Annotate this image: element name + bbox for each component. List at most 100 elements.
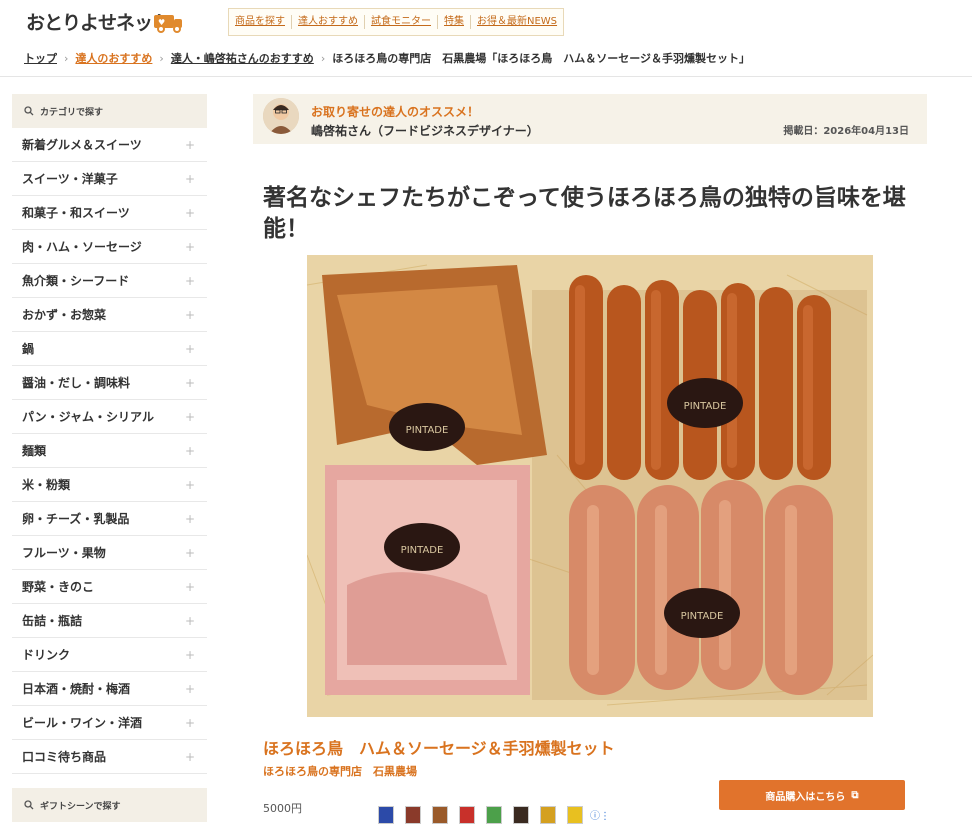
nav-search-products[interactable]: 商品を探す bbox=[229, 15, 292, 29]
breadcrumb-separator: › bbox=[320, 51, 326, 65]
sausage-pack-label: PINTADE bbox=[684, 401, 727, 412]
post-date: 掲載日：2026年04月13日 bbox=[783, 126, 909, 137]
plus-icon: + bbox=[184, 137, 195, 152]
breadcrumb-separator: › bbox=[64, 51, 69, 65]
category-search-label: カテゴリで探す bbox=[40, 107, 104, 118]
wing-pack-label: PINTADE bbox=[406, 425, 449, 436]
category-item[interactable]: 鍋 + bbox=[12, 332, 207, 366]
category-label: フルーツ・果物 bbox=[22, 546, 106, 560]
nav-tasting-monitor[interactable]: 試食モニター bbox=[365, 15, 438, 29]
category-item[interactable]: 新着グルメ＆スイーツ + bbox=[12, 128, 207, 162]
category-item[interactable]: 缶詰・瓶詰 + bbox=[12, 604, 207, 638]
nav-features[interactable]: 特集 bbox=[438, 15, 471, 29]
main-content: お取り寄せの達人のオススメ！ 嶋啓祐さん（フードビジネスデザイナー） 掲載日：2… bbox=[253, 94, 927, 824]
category-item[interactable]: おかず・お惣菜 + bbox=[12, 298, 207, 332]
category-label: 新着グルメ＆スイーツ bbox=[22, 138, 142, 152]
breadcrumb-expert-recommend[interactable]: 達人のおすすめ bbox=[75, 50, 152, 66]
category-label: パン・ジャム・シリアル bbox=[22, 410, 155, 424]
category-item[interactable]: 口コミ待ち商品 + bbox=[12, 740, 207, 774]
buy-button[interactable]: 商品購入はこちら ⧉ bbox=[719, 780, 905, 810]
plus-icon: + bbox=[184, 171, 195, 186]
info-icon[interactable]: ⓘ⋮ bbox=[590, 807, 610, 822]
category-label: おかず・お惣菜 bbox=[22, 308, 107, 322]
breadcrumb-current: ほろほろ鳥の専門店 石黒農場「ほろほろ鳥 ハム＆ソーセージ＆手羽燻製セット」 bbox=[332, 52, 750, 65]
plus-icon: + bbox=[184, 511, 195, 526]
plus-icon: + bbox=[184, 579, 195, 594]
shop-icon[interactable] bbox=[432, 806, 448, 824]
plus-icon: + bbox=[184, 205, 195, 220]
shop-icon[interactable] bbox=[540, 806, 556, 824]
category-item[interactable]: ビール・ワイン・洋酒 + bbox=[12, 706, 207, 740]
category-item[interactable]: パン・ジャム・シリアル + bbox=[12, 400, 207, 434]
sausage2-pack-label: PINTADE bbox=[681, 611, 724, 622]
expert-portrait-icon bbox=[263, 98, 299, 134]
expert-name[interactable]: 嶋啓祐さん（フードビジネスデザイナー） bbox=[311, 122, 539, 139]
avatar[interactable] bbox=[263, 98, 299, 134]
category-label: 肉・ハム・ソーセージ bbox=[22, 240, 142, 254]
category-label: 日本酒・焼酎・梅酒 bbox=[22, 682, 131, 696]
category-item[interactable]: 魚介類・シーフード + bbox=[12, 264, 207, 298]
category-item[interactable]: スイーツ・洋菓子 + bbox=[12, 162, 207, 196]
breadcrumb: トップ › 達人のおすすめ › 達人・嶋啓祐さんのおすすめ › ほろほろ鳥の専門… bbox=[24, 50, 750, 66]
nav-news[interactable]: お得＆最新NEWS bbox=[471, 15, 563, 29]
category-label: 野菜・きのこ bbox=[22, 580, 95, 594]
plus-icon: + bbox=[184, 341, 195, 356]
plus-icon: + bbox=[184, 681, 195, 696]
shop-icon[interactable] bbox=[567, 806, 583, 824]
category-item[interactable]: 和菓子・和スイーツ + bbox=[12, 196, 207, 230]
category-item[interactable]: 肉・ハム・ソーセージ + bbox=[12, 230, 207, 264]
category-label: 卵・チーズ・乳製品 bbox=[22, 512, 130, 526]
shop-icon[interactable] bbox=[459, 806, 475, 824]
category-label: 米・粉類 bbox=[22, 478, 71, 492]
category-search-header[interactable]: カテゴリで探す bbox=[12, 94, 207, 128]
global-nav: 商品を探す 達人おすすめ 試食モニター 特集 お得＆最新NEWS bbox=[228, 8, 565, 36]
product-title[interactable]: ほろほろ鳥 ハム＆ソーセージ＆手羽燻製セット bbox=[263, 735, 615, 759]
shop-icon[interactable] bbox=[513, 806, 529, 824]
plus-icon: + bbox=[184, 409, 195, 424]
article-headline: 著名なシェフたちがこぞって使うほろほろ鳥の独特の旨味を堪能！ bbox=[263, 185, 906, 243]
svg-text:♥: ♥ bbox=[158, 18, 165, 27]
shop-icon[interactable] bbox=[486, 806, 502, 824]
plus-icon: + bbox=[184, 647, 195, 662]
search-icon bbox=[24, 800, 34, 810]
nav-expert-recommend[interactable]: 達人おすすめ bbox=[292, 15, 365, 29]
gift-search-header[interactable]: ギフトシーンで探す bbox=[12, 788, 207, 822]
divider bbox=[0, 76, 972, 77]
buy-button-label: 商品購入はこちら bbox=[765, 791, 846, 803]
shop-icon[interactable] bbox=[378, 806, 394, 824]
category-item[interactable]: 卵・チーズ・乳製品 + bbox=[12, 502, 207, 536]
category-item[interactable]: 野菜・きのこ + bbox=[12, 570, 207, 604]
category-label: 缶詰・瓶詰 bbox=[22, 614, 83, 628]
category-item[interactable]: 日本酒・焼酎・梅酒 + bbox=[12, 672, 207, 706]
gift-search-label: ギフトシーンで探す bbox=[40, 801, 121, 812]
ham-pack-label: PINTADE bbox=[401, 545, 444, 556]
category-item[interactable]: 米・粉類 + bbox=[12, 468, 207, 502]
product-image: PINTADE PINTADE PINTADE PINTADE bbox=[307, 255, 873, 717]
category-item[interactable]: ドリンク + bbox=[12, 638, 207, 672]
plus-icon: + bbox=[184, 375, 195, 390]
plus-icon: + bbox=[184, 613, 195, 628]
plus-icon: + bbox=[184, 477, 195, 492]
shop-icon[interactable] bbox=[405, 806, 421, 824]
breadcrumb-top[interactable]: トップ bbox=[24, 50, 57, 66]
shop-icon-list bbox=[378, 806, 583, 824]
category-label: 魚介類・シーフード bbox=[22, 274, 130, 288]
category-label: 麺類 bbox=[22, 444, 47, 458]
category-label: 醤油・だし・調味料 bbox=[22, 376, 131, 390]
sidebar: カテゴリで探す 新着グルメ＆スイーツ + スイーツ・洋菓子 + 和菓子・和スイーツ +… bbox=[12, 94, 207, 822]
site-logo[interactable]: おとりよせネット bbox=[26, 8, 171, 35]
truck-icon: ♥ bbox=[154, 15, 182, 33]
category-label: スイーツ・洋菓子 bbox=[22, 172, 118, 186]
category-item[interactable]: 麺類 + bbox=[12, 434, 207, 468]
category-label: 口コミ待ち商品 bbox=[22, 750, 107, 764]
category-item[interactable]: フルーツ・果物 + bbox=[12, 536, 207, 570]
category-label: ビール・ワイン・洋酒 bbox=[22, 716, 143, 730]
category-list: 新着グルメ＆スイーツ + スイーツ・洋菓子 + 和菓子・和スイーツ + 肉・ハム・ソー… bbox=[12, 128, 207, 774]
plus-icon: + bbox=[184, 749, 195, 764]
product-shop[interactable]: ほろほろ鳥の専門店 石黒農場 bbox=[263, 763, 417, 779]
expert-panel: お取り寄せの達人のオススメ！ 嶋啓祐さん（フードビジネスデザイナー） 掲載日：2… bbox=[253, 94, 927, 144]
breadcrumb-expert[interactable]: 達人・嶋啓祐さんのおすすめ bbox=[171, 50, 314, 66]
product-price: 5000円 bbox=[263, 802, 302, 815]
category-item[interactable]: 醤油・だし・調味料 + bbox=[12, 366, 207, 400]
plus-icon: + bbox=[184, 443, 195, 458]
